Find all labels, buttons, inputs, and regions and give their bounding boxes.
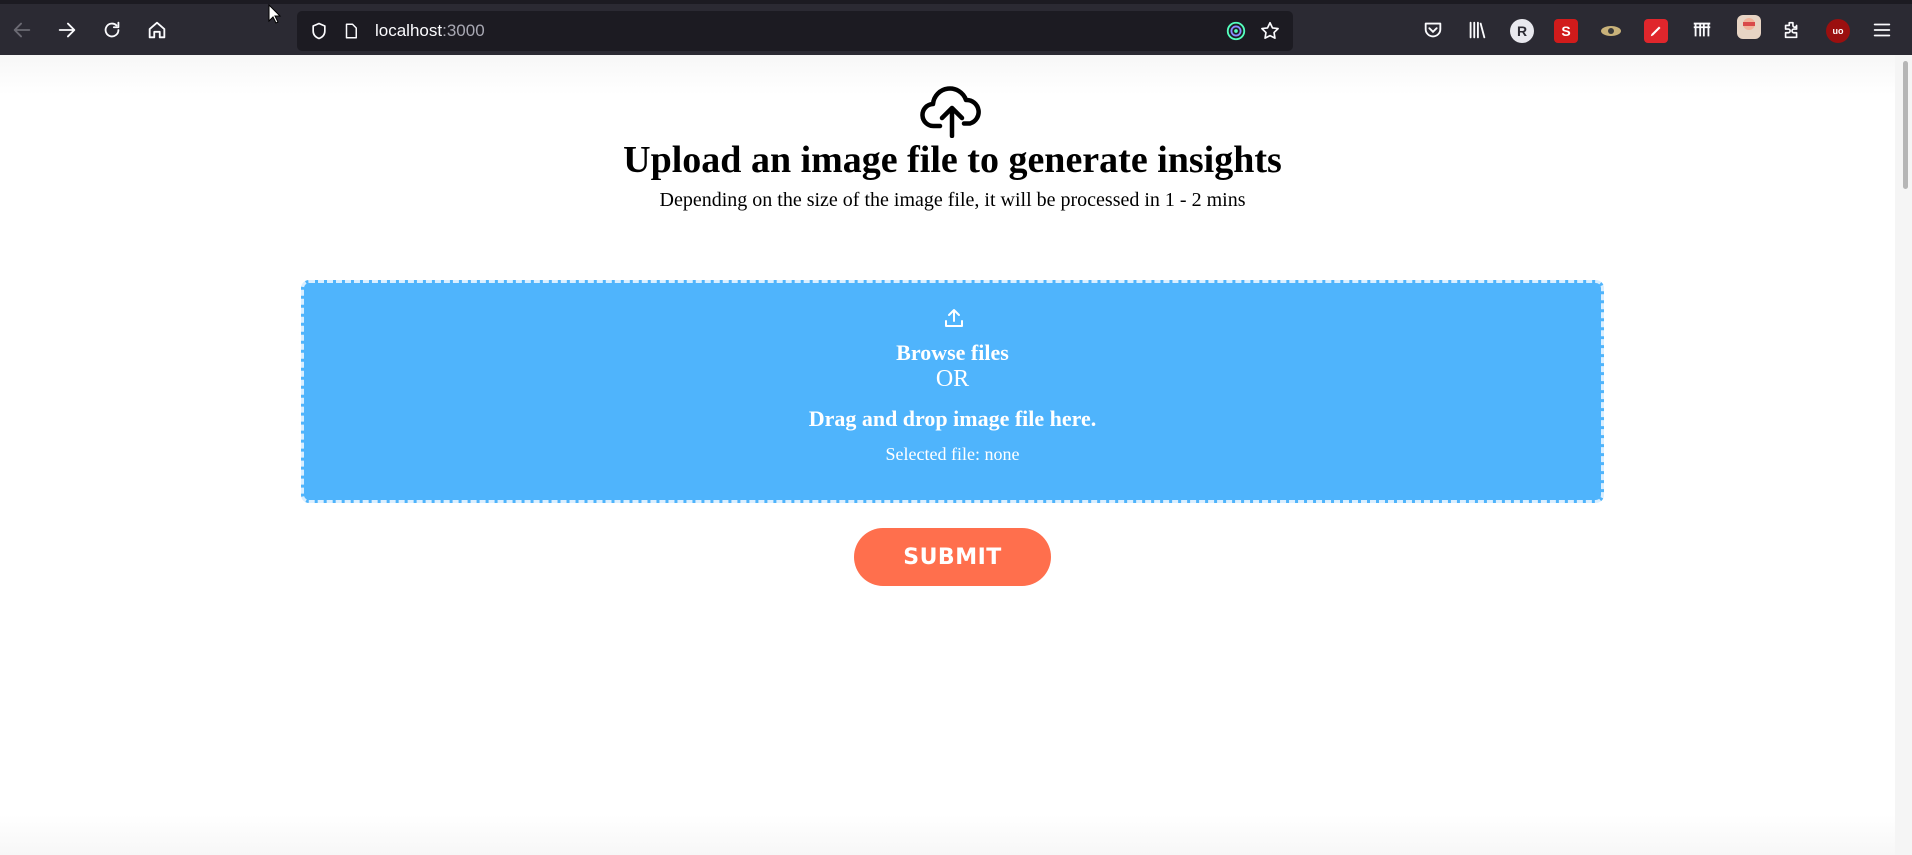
app-menu-button[interactable] (1864, 12, 1900, 48)
pen-extension-icon[interactable] (1644, 19, 1668, 43)
ublock-letter: uo (1832, 26, 1844, 36)
upload-icon (945, 309, 963, 327)
bookmark-star-icon[interactable] (1259, 20, 1281, 42)
home-icon (148, 21, 166, 39)
page-scrollbar[interactable] (1895, 55, 1912, 855)
back-button[interactable] (4, 12, 40, 48)
arrow-right-icon (58, 22, 76, 38)
avatar-extension-icon[interactable] (1737, 15, 1761, 39)
eye-extension-icon[interactable] (1599, 19, 1623, 43)
url-text[interactable]: localhost:3000 (375, 21, 485, 41)
or-separator: OR (935, 366, 970, 392)
shield-icon[interactable] (308, 20, 330, 42)
arrow-left-icon (13, 22, 31, 38)
cloud-upload-icon (920, 86, 981, 138)
profile-letter: R (1516, 23, 1528, 39)
drag-drop-instruction: Drag and drop image file here. (808, 406, 1097, 431)
page-content: Upload an image file to generate insight… (0, 55, 1895, 855)
ublock-extension-icon[interactable]: uo (1826, 19, 1850, 43)
pocket-button[interactable] (1415, 12, 1451, 48)
columns-icon (1693, 22, 1711, 37)
submit-button[interactable]: SUBMIT (854, 528, 1051, 586)
browse-files-link[interactable]: Browse files (304, 340, 1601, 366)
home-button[interactable] (139, 12, 175, 48)
reload-button[interactable] (94, 12, 130, 48)
hamburger-menu-icon (1873, 23, 1891, 37)
profile-extension-icon[interactable]: R (1510, 19, 1534, 43)
mouse-cursor-icon (268, 4, 282, 24)
file-dropzone[interactable]: Browse files OR Drag and drop image file… (301, 280, 1604, 503)
tracking-protection-icon[interactable] (1225, 20, 1247, 42)
forward-button[interactable] (49, 12, 85, 48)
scrollbar-thumb[interactable] (1903, 61, 1908, 189)
library-button[interactable] (1459, 12, 1495, 48)
address-bar[interactable]: localhost:3000 (297, 11, 1293, 51)
page-subtitle: Depending on the size of the image file,… (659, 189, 1246, 211)
s-extension-icon[interactable]: S (1554, 19, 1578, 43)
page-info-icon[interactable] (340, 20, 362, 42)
puzzle-icon (1784, 21, 1798, 39)
url-host: localhost (375, 21, 443, 40)
browser-toolbar: localhost:3000 R S uo (0, 0, 1912, 55)
grid-extension-button[interactable] (1684, 12, 1720, 48)
library-icon (1469, 21, 1486, 39)
pocket-icon (1424, 22, 1442, 38)
selected-file-status: Selected file: none (885, 444, 1020, 464)
extensions-button[interactable] (1774, 12, 1810, 48)
page-title: Upload an image file to generate insight… (623, 139, 1282, 181)
url-port: :3000 (442, 21, 485, 40)
reload-icon (104, 21, 120, 38)
s-ext-letter: S (1561, 23, 1571, 39)
